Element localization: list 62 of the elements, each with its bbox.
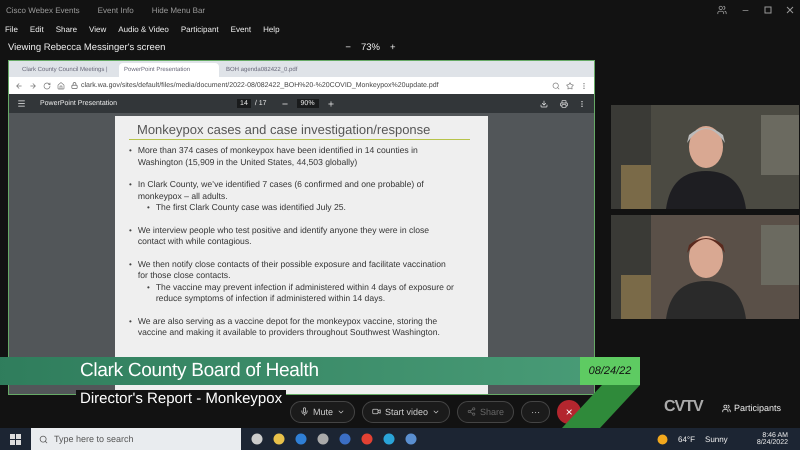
- bullet-text: More than 374 cases of monkeypox have been identified in 14 counties in Washington (15,909 in the United States, 44,503 globally): [138, 145, 419, 168]
- menu-item[interactable]: Event: [230, 24, 252, 34]
- bullet-icon: •: [129, 224, 132, 248]
- banner-title: Clark County Board of Health: [80, 360, 319, 382]
- lock-icon: [71, 82, 78, 89]
- slide-title: Monkeypox cases and case investigation/response: [129, 122, 470, 140]
- bullet-icon: •: [129, 179, 132, 202]
- zoom-out-button[interactable]: −: [345, 42, 351, 53]
- zoom-in-button[interactable]: +: [390, 42, 396, 53]
- banner-date: 08/24/22: [580, 357, 640, 385]
- reload-icon[interactable]: [43, 82, 51, 90]
- back-icon[interactable]: [15, 82, 23, 90]
- sun-icon: [657, 434, 668, 444]
- bullet-text: We interview people who test positive and identify anyone they were in close contact with while contagious.: [138, 224, 430, 248]
- weather-condition: Sunny: [704, 434, 728, 444]
- menu-icon[interactable]: [17, 99, 26, 108]
- profile-icon[interactable]: [717, 5, 727, 15]
- hide-menu-bar-button[interactable]: Hide Menu Bar: [152, 6, 206, 14]
- people-icon: [722, 404, 731, 412]
- bullet-icon: •: [129, 145, 132, 168]
- forward-icon[interactable]: [29, 82, 37, 90]
- weather-temperature: 64°F: [678, 434, 695, 444]
- search-field[interactable]: Type here to search: [31, 428, 241, 450]
- participants-button[interactable]: Participants: [722, 403, 782, 413]
- menu-item[interactable]: Participant: [180, 24, 219, 34]
- restore-icon[interactable]: [764, 6, 772, 14]
- menu-item[interactable]: Edit: [30, 24, 44, 34]
- microphone-icon: [300, 407, 309, 416]
- print-icon[interactable]: [560, 100, 568, 108]
- menu-item[interactable]: Share: [56, 24, 78, 34]
- menu-item[interactable]: File: [5, 24, 18, 34]
- bullet-icon: •: [147, 202, 150, 214]
- zoom-in-icon[interactable]: [326, 100, 335, 108]
- viewing-label: Viewing Rebecca Messinger's screen: [8, 42, 166, 53]
- bullet-text: The first Clark County case was identified July 25.: [156, 202, 346, 214]
- bullet-icon: •: [129, 258, 132, 282]
- star-icon[interactable]: [566, 82, 574, 90]
- start-video-button[interactable]: Start video: [362, 400, 450, 422]
- menu-item[interactable]: View: [89, 24, 106, 34]
- event-info-button[interactable]: Event Info: [98, 6, 134, 14]
- search-icon: [39, 434, 48, 444]
- bullet-icon: •: [147, 282, 150, 304]
- video-camera-icon: [372, 407, 382, 416]
- bullet-text: The vaccine may prevent infection if administered within 4 days of exposure or reduce symptoms of infection if administered within 14 days.: [156, 282, 454, 304]
- share-icon: [467, 407, 476, 416]
- home-icon[interactable]: [57, 82, 65, 90]
- banner-subtitle: Director's Report - Monkeypox: [76, 390, 286, 407]
- channel-logo: CVTV: [664, 398, 703, 416]
- close-icon[interactable]: [786, 6, 794, 14]
- bullet-text: In Clark County, we’ve identified 7 cases (6 confirmed and one probable) of monkeypox – all adults.: [138, 179, 425, 202]
- menu-item[interactable]: Help: [263, 24, 280, 34]
- download-icon[interactable]: [540, 100, 548, 108]
- windows-icon[interactable]: [10, 434, 21, 444]
- bullet-icon: •: [129, 316, 132, 338]
- app-title: Cisco Webex Events: [6, 6, 80, 14]
- menu-item[interactable]: Audio & Video: [118, 24, 169, 34]
- zoom-level: 73%: [360, 42, 380, 53]
- more-button[interactable]: ···: [521, 400, 550, 422]
- bullet-text: We then notify close contacts of their possible exposure and facilitate vaccination for those close contacts.: [138, 258, 447, 282]
- bullet-text: We are also serving as a vaccine depot for the monkeypox vaccine, storing the vaccine and making it available to providers throughout Southwest Washington.: [138, 316, 441, 338]
- search-icon[interactable]: [552, 82, 560, 90]
- mute-button[interactable]: Mute: [290, 400, 356, 422]
